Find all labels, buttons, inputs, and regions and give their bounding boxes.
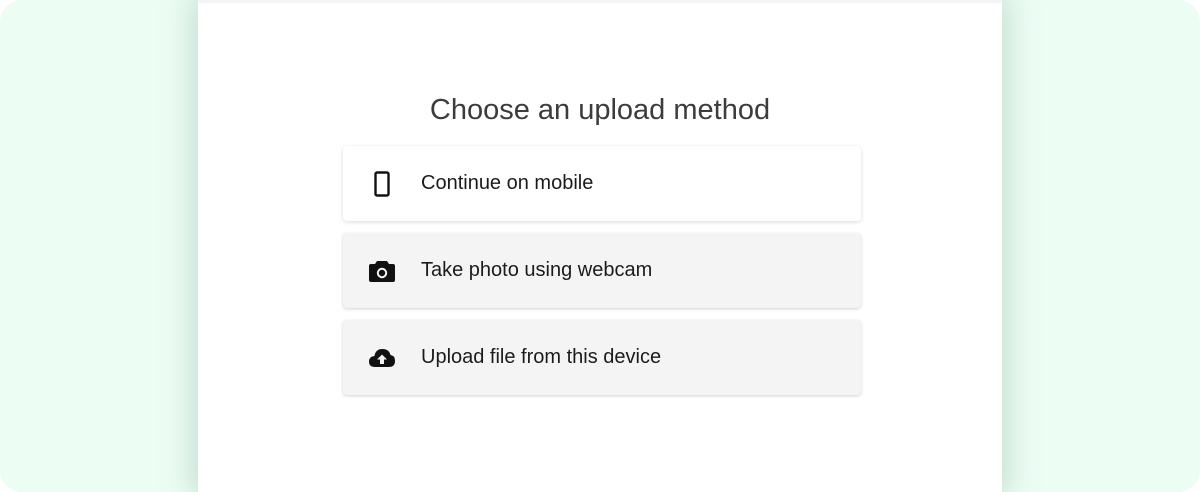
upload-file-device-button[interactable]: Upload file from this device <box>343 320 861 395</box>
page-backdrop: Choose an upload method Continue on mobi… <box>0 0 1200 492</box>
cloud-upload-icon <box>368 344 396 372</box>
take-photo-webcam-button[interactable]: Take photo using webcam <box>343 233 861 308</box>
continue-on-mobile-label: Continue on mobile <box>421 172 594 194</box>
take-photo-webcam-label: Take photo using webcam <box>421 259 653 281</box>
continue-on-mobile-button[interactable]: Continue on mobile <box>343 146 861 221</box>
upload-panel: Choose an upload method Continue on mobi… <box>198 0 1002 492</box>
mobile-phone-icon <box>368 170 396 198</box>
camera-icon <box>368 257 396 285</box>
page-title: Choose an upload method <box>429 94 771 126</box>
upload-file-device-label: Upload file from this device <box>421 346 662 368</box>
upload-method-list: Continue on mobile Take photo using webc… <box>343 146 861 407</box>
panel-top-border <box>198 0 1002 3</box>
